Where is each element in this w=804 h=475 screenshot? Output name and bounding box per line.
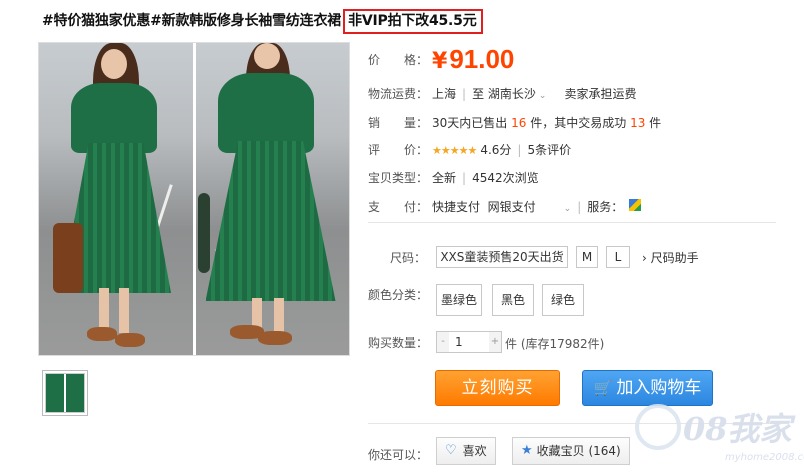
product-title-text: #特价猫独家优惠#新款韩版修身长袖雪纺连衣裙 [42,13,342,29]
service-label: 服务： [587,200,624,214]
like-button[interactable]: ♡ 喜欢 [436,437,496,465]
shipping-destination[interactable]: 湖南长沙 [488,85,536,102]
shipping-row: 物流运费： 上海 | 至 湖南长沙 ⌄ 卖家承担运费 [368,85,637,102]
payment-label: 支 付： [368,200,429,214]
color-option-black[interactable]: 黑色 [492,284,534,316]
color-option-dark-green[interactable]: 墨绿色 [436,284,482,316]
rating-row: 评 价： ★★★★★ 4.6分 | 5条评价 [368,141,572,158]
watermark: 08我家 myhome2008.com [625,400,804,475]
title-highlight: 非VIP拍下改45.5元 [343,9,483,34]
shield-icon[interactable] [629,199,642,211]
sales-text-2: 件，其中交易成功 [530,116,627,130]
quantity-minus-button[interactable]: - [437,332,449,352]
watermark-text: 08我家 [683,410,792,448]
star-icon: ★ [521,443,533,458]
product-title: #特价猫独家优惠#新款韩版修身长袖雪纺连衣裙 非VIP拍下改45.5元 [42,9,483,34]
sales-text: 30天内已售出 [432,116,508,130]
size-label: 尺码： [390,251,427,265]
stock-info: 件 (库存17982件) [505,337,605,351]
like-label: 喜欢 [462,444,487,458]
sales-label: 销 量： [368,116,429,130]
chevron-down-icon[interactable]: ⌄ [539,91,547,101]
star-icon: ★★★★★ [432,144,477,157]
payment-row: 支 付： 快捷支付 网银支付 ⌄ | 服务： [368,198,642,215]
size-help-text: 尺码助手 [650,251,699,265]
size-option-m[interactable]: M [576,246,598,268]
price-label: 价 格： [368,53,429,67]
quantity-label: 购买数量： [368,336,429,350]
item-type-label: 宝贝类型： [368,171,429,185]
chevron-right-icon: › [642,251,647,265]
divider [368,222,776,223]
success-count: 13 [630,116,646,130]
watermark-logo-icon [635,404,681,450]
product-photo-left [39,43,193,355]
shipping-from: 上海 [432,87,457,101]
price-row: 价 格： ¥91.00 [368,44,514,75]
size-helper-link[interactable]: › 尺码助手 [642,249,699,266]
price-amount: 91.00 [449,44,515,74]
item-views: 4542次浏览 [472,171,539,185]
quantity-input[interactable]: 1 [449,332,489,352]
reviews-link[interactable]: 5条评价 [527,141,571,158]
favorite-label: 收藏宝贝 (164) [536,444,621,458]
cart-icon: 🛒 [593,379,613,397]
shipping-to-word: 至 [472,87,485,101]
currency-symbol: ¥ [432,49,448,74]
sales-unit: 件 [649,116,662,130]
payment-quick[interactable]: 快捷支付 [432,198,480,215]
item-condition: 全新 [432,171,457,185]
thumbnail-image [45,373,85,413]
heart-icon: ♡ [445,443,457,458]
shipping-label: 物流运费： [368,87,429,101]
rating-score: 4.6分 [480,143,512,157]
thumbnail-1[interactable] [42,370,88,416]
size-option-l[interactable]: L [606,246,630,268]
rating-label: 评 价： [368,143,429,157]
quantity-plus-button[interactable]: + [489,332,501,352]
sold-count: 16 [511,116,527,130]
sales-row: 销 量： 30天内已售出 16 件，其中交易成功 13 件 [368,114,661,131]
product-photo-right [192,43,349,355]
price-value: ¥91.00 [432,44,514,75]
chevron-down-icon[interactable]: ⌄ [564,204,572,214]
favorite-button[interactable]: ★ 收藏宝贝 (164) [512,437,630,465]
size-option-xxs[interactable]: XXS童装预售20天出货 [436,246,568,268]
share-label: 你还可以： [368,448,429,462]
payment-bank[interactable]: 网银支付 [488,198,536,215]
quantity-stepper[interactable]: - 1 + [436,331,502,353]
color-option-green[interactable]: 绿色 [542,284,584,316]
watermark-url: myhome2008.com [725,452,804,463]
shipping-note: 卖家承担运费 [564,87,637,101]
color-label: 颜色分类： [368,288,429,302]
product-main-image[interactable] [38,42,350,356]
buy-now-button[interactable]: 立刻购买 [435,370,560,406]
item-type-row: 宝贝类型： 全新 | 4542次浏览 [368,171,539,185]
